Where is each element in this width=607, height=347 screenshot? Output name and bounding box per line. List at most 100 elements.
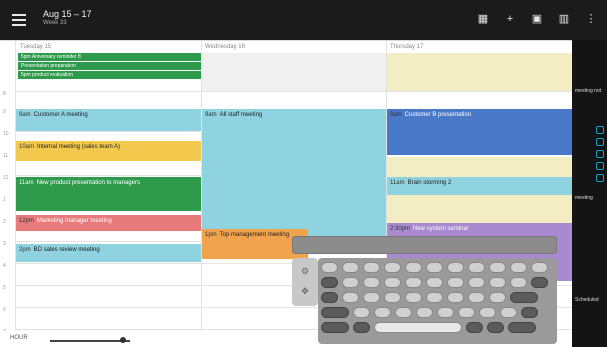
key[interactable] xyxy=(405,292,422,303)
side-label: Scheduled xyxy=(575,297,599,303)
event-title: Brain storming 2 xyxy=(407,180,452,186)
side-indicator-icon[interactable] xyxy=(596,150,604,158)
key[interactable] xyxy=(468,262,485,273)
all-day-event[interactable]: Presentation preparation xyxy=(18,62,201,70)
key[interactable] xyxy=(405,277,422,288)
event-block[interactable]: 11am New product presentation to managers xyxy=(16,177,201,211)
space-key[interactable] xyxy=(374,322,462,333)
key[interactable] xyxy=(342,262,359,273)
key[interactable] xyxy=(468,292,485,303)
key[interactable] xyxy=(489,277,506,288)
key[interactable] xyxy=(321,292,338,303)
enter-key[interactable] xyxy=(510,292,538,303)
side-label: meeting not xyxy=(575,88,602,94)
zoom-slider-thumb[interactable] xyxy=(120,337,126,343)
key[interactable] xyxy=(395,307,412,318)
key[interactable] xyxy=(416,307,433,318)
side-indicator-icon[interactable] xyxy=(596,174,604,182)
hide-keyboard-key[interactable] xyxy=(508,322,536,333)
time-label: 1 xyxy=(3,197,6,203)
key[interactable] xyxy=(353,322,370,333)
on-screen-keyboard xyxy=(318,258,557,344)
event-title: Internal meeting (sales team A) xyxy=(37,144,121,150)
event-block[interactable] xyxy=(387,157,572,177)
time-label: 10 xyxy=(3,131,9,137)
key[interactable] xyxy=(510,262,527,273)
key[interactable] xyxy=(405,262,422,273)
key[interactable] xyxy=(468,277,485,288)
key[interactable] xyxy=(510,277,527,288)
side-indicator-icon[interactable] xyxy=(596,126,604,134)
event-title: All staff meeting xyxy=(219,112,263,118)
move-icon[interactable]: ✥ xyxy=(300,286,310,296)
key[interactable] xyxy=(363,262,380,273)
event-title: New system seminar xyxy=(413,226,469,232)
event-block[interactable]: 9am Customer B presentation xyxy=(387,109,572,155)
key[interactable] xyxy=(447,277,464,288)
key[interactable] xyxy=(466,322,483,333)
event-title: Customer B presentation xyxy=(404,112,472,118)
key[interactable] xyxy=(342,292,359,303)
key[interactable] xyxy=(426,262,443,273)
settings-icon[interactable]: ⚙ xyxy=(300,266,310,276)
key[interactable] xyxy=(321,262,338,273)
all-day-slot[interactable] xyxy=(202,53,386,91)
key[interactable] xyxy=(489,292,506,303)
key[interactable] xyxy=(458,307,475,318)
key[interactable] xyxy=(353,307,370,318)
key[interactable] xyxy=(500,307,517,318)
day-header-tue[interactable]: Tuesday 15 xyxy=(20,44,51,50)
key[interactable] xyxy=(363,277,380,288)
today-icon[interactable]: ▦ xyxy=(477,13,489,25)
shift-key[interactable] xyxy=(521,307,538,318)
event-block[interactable]: 11am Brain storming 2 xyxy=(387,177,572,195)
key[interactable] xyxy=(489,262,506,273)
day-header-thu[interactable]: Thursday 17 xyxy=(390,44,423,50)
key[interactable] xyxy=(426,292,443,303)
shift-key[interactable] xyxy=(321,307,349,318)
key[interactable] xyxy=(384,262,401,273)
day-header-wed[interactable]: Wednesday 16 xyxy=(205,44,245,50)
event-block[interactable] xyxy=(387,195,572,223)
key-row xyxy=(321,292,554,303)
key[interactable] xyxy=(342,277,359,288)
key[interactable] xyxy=(447,262,464,273)
key-row xyxy=(321,322,554,333)
keyboard-side-panel: ⚙ ✥ xyxy=(292,258,318,306)
key-row xyxy=(321,262,554,273)
symbols-key[interactable] xyxy=(321,322,349,333)
add-icon[interactable]: + xyxy=(504,13,516,25)
key[interactable] xyxy=(384,292,401,303)
key[interactable] xyxy=(447,292,464,303)
key[interactable] xyxy=(374,307,391,318)
keyboard-suggestion-bar[interactable] xyxy=(292,236,557,254)
key[interactable] xyxy=(487,322,504,333)
all-day-slot[interactable] xyxy=(387,53,572,91)
all-day-event[interactable]: 5pm product evaluation xyxy=(18,71,201,79)
zoom-slider-track[interactable] xyxy=(50,340,130,342)
event-block[interactable]: 9am Customer A meeting xyxy=(16,109,201,131)
event-block[interactable]: 12pm Marketing manager meeting xyxy=(16,215,201,231)
time-label: 4 xyxy=(3,263,6,269)
key[interactable] xyxy=(426,277,443,288)
backspace-key[interactable] xyxy=(531,277,548,288)
event-block[interactable]: 10am Internal meeting (sales team A) xyxy=(16,141,201,161)
week-view-icon[interactable]: ▥ xyxy=(558,13,570,25)
key[interactable] xyxy=(479,307,496,318)
all-day-event[interactable]: 5pm Aniversary reminder 8 xyxy=(18,53,201,61)
side-indicator-icon[interactable] xyxy=(596,138,604,146)
key[interactable] xyxy=(531,262,548,273)
top-app-bar: Aug 15 – 17 Week 33 ▦ + ▣ ▥ ⋮ xyxy=(0,0,607,40)
key[interactable] xyxy=(437,307,454,318)
key[interactable] xyxy=(321,277,338,288)
key[interactable] xyxy=(384,277,401,288)
hamburger-icon[interactable] xyxy=(12,14,26,26)
more-icon[interactable]: ⋮ xyxy=(585,13,597,25)
event-block[interactable]: 2pm BD sales review meeting xyxy=(16,244,201,262)
key[interactable] xyxy=(363,292,380,303)
side-indicator-icon[interactable] xyxy=(596,162,604,170)
time-label: 12 xyxy=(3,175,9,181)
date-range-title[interactable]: Aug 15 – 17 Week 33 xyxy=(43,9,92,27)
event-title: New product presentation to managers xyxy=(36,180,140,186)
day-view-icon[interactable]: ▣ xyxy=(531,13,543,25)
